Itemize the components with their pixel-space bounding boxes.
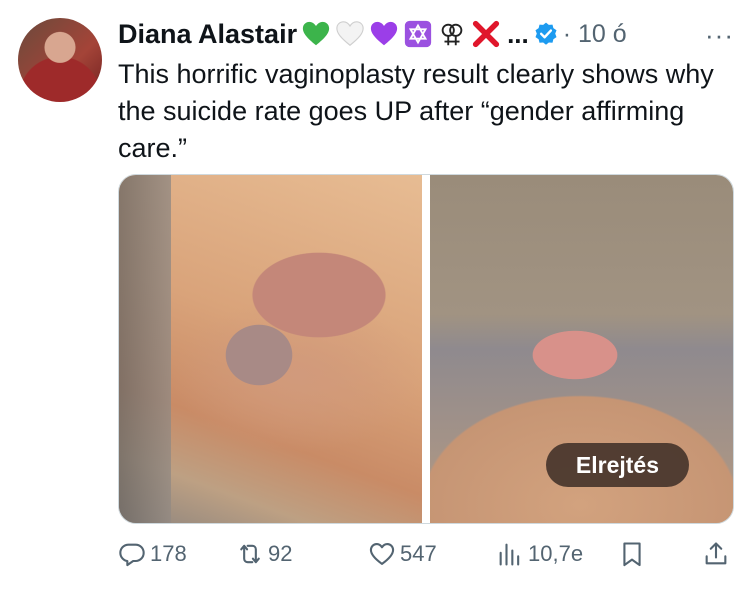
bookmark-icon — [623, 542, 641, 567]
heart-icon — [369, 543, 395, 565]
share-icon — [705, 542, 727, 565]
like-count: 547 — [400, 541, 437, 566]
verified-badge-icon[interactable] — [533, 21, 559, 47]
retweet-icon — [240, 544, 260, 564]
share-button[interactable] — [702, 534, 734, 574]
analytics-icon — [499, 543, 520, 566]
views-button[interactable]: 10,7e — [496, 534, 583, 574]
more-options-button[interactable]: ··· — [705, 20, 734, 51]
like-button[interactable]: 547 — [368, 534, 437, 574]
retweet-count: 92 — [268, 541, 293, 566]
bookmark-button[interactable] — [618, 534, 650, 574]
media-image-2[interactable]: Elrejtés — [430, 175, 733, 523]
star-of-david-icon — [404, 20, 432, 48]
retweet-button[interactable]: 92 — [236, 534, 292, 574]
post-time[interactable]: · 10 ó — [563, 20, 627, 49]
avatar[interactable] — [18, 18, 102, 102]
view-count: 10,7e — [528, 541, 584, 566]
tweet-text: This horrific vaginoplasty result clearl… — [118, 59, 714, 163]
red-x-icon — [472, 20, 500, 48]
action-bar: 178 92 547 10,7e — [118, 534, 732, 574]
tweet-header: Diana Alastair ... · 10 ó ··· — [118, 14, 734, 54]
purple-heart-icon — [370, 21, 398, 46]
name-emojis — [301, 19, 505, 49]
author-name[interactable]: Diana Alastair — [118, 19, 297, 50]
reply-icon — [119, 543, 145, 567]
media-image-1[interactable] — [119, 175, 422, 523]
media-grid[interactable]: Elrejtés — [118, 174, 734, 524]
lesbian-symbol-icon — [441, 23, 463, 46]
reply-button[interactable]: 178 — [118, 534, 187, 574]
white-heart-icon — [336, 21, 364, 46]
green-heart-icon — [302, 21, 330, 46]
hide-media-button[interactable]: Elrejtés — [545, 443, 689, 487]
reply-count: 178 — [150, 541, 187, 566]
name-truncation: ... — [507, 18, 529, 49]
